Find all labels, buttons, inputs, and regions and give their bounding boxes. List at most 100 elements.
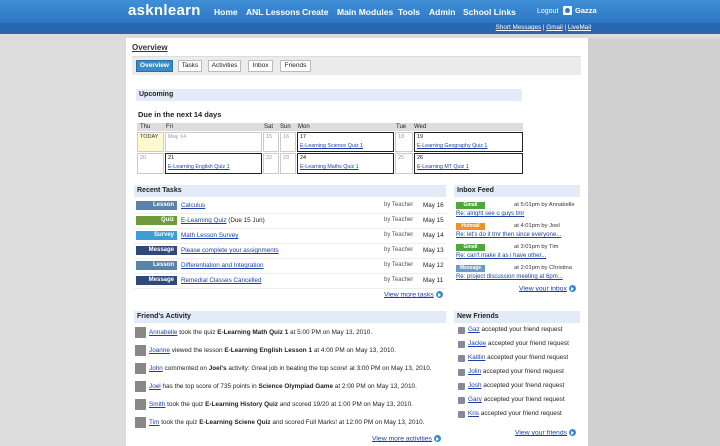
inbox-item[interactable]: Gmail at 3:01pm by Tim Re: can't make it a… — [456, 243, 580, 265]
tab-inbox[interactable]: Inbox — [248, 60, 273, 72]
mail-subject-link[interactable]: Re: can't make it as i have other... — [456, 253, 546, 259]
nav-admin[interactable]: Admin — [429, 7, 455, 17]
calendar-cell-event[interactable]: 26 E-Learning MT Quiz 1 — [414, 153, 523, 174]
task-link[interactable]: E-Learning Quiz — [181, 217, 227, 224]
calendar-cell[interactable]: 20 — [137, 153, 164, 174]
day-label: Sun — [280, 124, 291, 130]
friends-activity-header: Friend's Activity — [134, 311, 446, 323]
activity-row: Joel has the top score of 735 points in … — [134, 380, 446, 396]
logout-link[interactable]: Logout — [537, 8, 558, 15]
tab-overview[interactable]: Overview — [136, 60, 173, 72]
user-link[interactable]: Joanne — [149, 347, 170, 354]
task-row: Message Please complete your assignments b… — [134, 244, 446, 259]
calendar-cell[interactable]: 22 — [263, 153, 279, 174]
inbox-item[interactable]: Message at 2:01pm by Christina Re: project… — [456, 264, 580, 286]
friend-name-link[interactable]: Kris — [468, 410, 479, 417]
calendar-cell-today[interactable]: TODAY — [137, 132, 164, 152]
inbox-item[interactable]: Gmail at 5:01pm by Annabelle Re: alright s… — [456, 201, 580, 223]
tab-activities[interactable]: Activities — [208, 60, 241, 72]
avatar[interactable] — [135, 327, 146, 338]
task-link[interactable]: Please complete your assignments — [181, 247, 279, 254]
avatar[interactable] — [135, 363, 146, 374]
user-link[interactable]: Tim — [149, 419, 159, 426]
gmail-link[interactable]: Gmail — [546, 24, 562, 31]
mail-subject-link[interactable]: Re: project discussion meeting at 6pm... — [456, 274, 563, 280]
friend-name-link[interactable]: Josh — [468, 382, 482, 389]
friend-name-link[interactable]: Gaz — [468, 326, 480, 333]
view-your-inbox-link[interactable]: View your inbox — [519, 285, 576, 292]
new-friends-header: New Friends — [454, 311, 580, 323]
app-logo[interactable]: asknlearn — [128, 2, 201, 19]
date-number: 19 — [417, 134, 424, 140]
avatar[interactable] — [135, 417, 146, 428]
inbox-feed-header: Inbox Feed — [454, 185, 580, 197]
calendar-cell-event[interactable]: 17 E-Learning Science Quiz 1 — [297, 132, 394, 152]
user-link[interactable]: Smith — [149, 401, 165, 408]
tab-tasks[interactable]: Tasks — [178, 60, 202, 72]
user-link[interactable]: Annabelle — [149, 329, 177, 336]
avatar[interactable] — [135, 381, 146, 392]
task-row: Message Remedial Classes Cancelled by Teac… — [134, 274, 446, 289]
event-link[interactable]: E-Learning MT Quiz 1 — [417, 164, 469, 170]
event-link[interactable]: E-Learning Geography Quiz 1 — [417, 143, 487, 149]
inbox-item[interactable]: Hotmail at 4:01pm by Joel Re: let's do it … — [456, 222, 580, 244]
user-menu[interactable]: Gazza — [563, 6, 597, 15]
calendar-cell[interactable]: 25 — [395, 153, 413, 174]
view-more-tasks-link[interactable]: View more tasks — [384, 291, 443, 298]
task-link[interactable]: Math Lesson Survey — [181, 232, 238, 239]
friend-icon — [458, 383, 465, 390]
calendar-cell[interactable]: 16 — [280, 132, 296, 152]
nav-create[interactable]: Create — [302, 7, 328, 17]
calendar-cell[interactable]: 23 — [280, 153, 296, 174]
task-date: May 16 — [423, 202, 444, 209]
task-link[interactable]: Differentiation and Integration — [181, 262, 264, 269]
avatar[interactable] — [135, 399, 146, 410]
friend-name-link[interactable]: Kaitlin — [468, 354, 485, 361]
nav-school-links[interactable]: School Links — [463, 7, 516, 17]
activity-pre: took the quiz — [165, 401, 206, 408]
nav-home[interactable]: Home — [214, 7, 238, 17]
arrow-right-icon — [435, 291, 443, 298]
user-link[interactable]: John — [149, 365, 163, 372]
task-link[interactable]: Calculus — [181, 202, 205, 209]
task-date: May 13 — [423, 247, 444, 254]
calendar-cell[interactable]: 18 — [395, 132, 413, 152]
avatar[interactable] — [135, 345, 146, 356]
event-link[interactable]: E-Learning Maths Quiz 1 — [300, 164, 359, 170]
arrow-right-icon — [433, 435, 441, 442]
calendar-cell[interactable]: May 14 — [165, 132, 262, 152]
calendar-cell[interactable]: 15 — [263, 132, 279, 152]
activity-row: Smith took the quiz E-Learning History Q… — [134, 398, 446, 414]
user-name: Gazza — [575, 6, 597, 15]
mail-meta: at 4:01pm by Joel — [514, 223, 560, 229]
tab-friends[interactable]: Friends — [280, 60, 311, 72]
friend-name-link[interactable]: Jolin — [468, 368, 481, 375]
mail-subject-link[interactable]: Re: alright see u guys tmr — [456, 211, 524, 217]
user-link[interactable]: Joel — [149, 383, 161, 390]
event-link[interactable]: E-Learning English Quiz 1 — [168, 164, 230, 170]
calendar-cell-event[interactable]: 19 E-Learning Geography Quiz 1 — [414, 132, 523, 152]
date-number: 21 — [168, 155, 175, 161]
activity-row: Joanne viewed the lesson E-Learning Engl… — [134, 344, 446, 360]
view-more-activities-link[interactable]: View more activities — [372, 435, 441, 442]
nav-anl-lessons[interactable]: ANL Lessons — [246, 7, 300, 17]
view-your-friends-link[interactable]: View your friends — [515, 429, 577, 436]
mail-subject-link[interactable]: Re: let's do it tmr then since everyone.… — [456, 232, 561, 238]
activity-pre: commented on — [162, 365, 209, 372]
friend-name-link[interactable]: Gary — [468, 396, 482, 403]
event-link[interactable]: E-Learning Science Quiz 1 — [300, 143, 363, 149]
task-link[interactable]: Remedial Classes Cancelled — [181, 277, 262, 284]
nav-main-modules[interactable]: Main Modules — [337, 7, 393, 17]
activity-subject: Joel's — [208, 365, 227, 372]
calendar-cell-event[interactable]: 21 E-Learning English Quiz 1 — [165, 153, 262, 174]
short-messages-link[interactable]: Short Messages — [496, 24, 542, 31]
nav-tools[interactable]: Tools — [398, 7, 420, 17]
livemail-link[interactable]: LiveMail — [568, 24, 591, 31]
friend-name-link[interactable]: Jackie — [468, 340, 486, 347]
task-type-badge: Message — [136, 276, 177, 285]
date-number: TODAY — [140, 134, 159, 140]
friend-row: Kaitlin accepted your friend request — [456, 353, 580, 365]
task-author: by Teacher — [384, 277, 414, 283]
calendar-cell-event[interactable]: 24 E-Learning Maths Quiz 1 — [297, 153, 394, 174]
task-name-cell: E-Learning Quiz (Due 15 Jun) — [181, 217, 265, 224]
